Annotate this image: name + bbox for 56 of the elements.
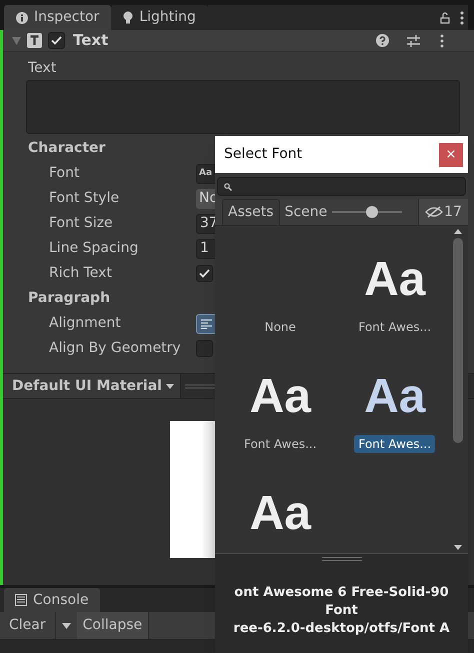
slider-thumb[interactable] [366,206,378,218]
section-header: Character [27,139,106,158]
property-label: Align By Geometry [48,339,182,358]
clear-button[interactable]: Clear [0,612,56,639]
font-tile[interactable]: Aa [223,480,338,553]
component-title: Text [73,30,108,52]
caret-icon[interactable] [62,622,71,628]
scroll-up-icon[interactable] [454,229,462,234]
info-icon [16,12,28,24]
align-left-icon [201,318,213,328]
hidden-count-toggle[interactable]: 17 [418,199,468,225]
search-icon [224,182,232,190]
lightbulb-icon [123,11,134,24]
font-tile[interactable]: Aa Font Awes... [223,363,338,462]
text-component-icon [27,33,42,48]
console-tab[interactable]: Console [4,588,100,612]
panel-tab[interactable]: Inspector [4,5,112,30]
section-header: Paragraph [27,289,110,308]
close-button[interactable]: × [439,142,463,166]
scrollbar-thumb[interactable] [453,238,463,443]
checkmark-icon [199,269,210,278]
eye-slash-icon [425,206,444,218]
caret-icon [166,384,174,388]
checkbox[interactable] [196,340,213,357]
font-detail-line: Font [325,602,358,620]
property-label: Line Spacing [48,239,140,258]
splitter-handle-icon[interactable] [322,556,362,560]
more-icon[interactable] [440,34,444,48]
font-tile[interactable]: None [223,246,338,345]
font-detail-line: ree-6.2.0-desktop/otfs/Font A [233,620,450,638]
scroll-down-icon[interactable] [454,545,462,550]
help-icon[interactable] [376,34,389,47]
property-label: Font [48,164,80,183]
checkbox[interactable] [196,265,213,282]
dialog-title: Select Font [224,145,302,164]
font-tile[interactable]: Aa Font Awes... [338,363,452,462]
checkmark-icon [51,36,62,45]
console-icon [15,594,27,606]
scrollbar[interactable] [452,229,464,550]
more-icon[interactable] [460,10,464,24]
property-label: Font Style [48,189,120,208]
font-tile[interactable]: Aa Font Awes... [338,246,452,345]
field-label: Text [27,59,58,77]
panel-tab[interactable]: Lighting [111,5,208,30]
lock-icon[interactable] [440,12,450,24]
collapse-button[interactable]: Collapse [76,612,150,639]
enable-checkbox[interactable] [48,32,65,49]
property-label: Alignment [48,314,122,333]
source-tab[interactable]: Scene [280,199,332,225]
font-detail-line: ont Awesome 6 Free-Solid-90 [234,584,449,602]
source-tab[interactable]: Assets [222,199,280,225]
property-label: Font Size [48,214,114,233]
sliders-icon[interactable] [407,34,420,46]
search-field[interactable] [217,177,466,196]
property-label: Rich Text [48,264,113,283]
material-dropdown[interactable]: Default UI Material [3,374,181,398]
